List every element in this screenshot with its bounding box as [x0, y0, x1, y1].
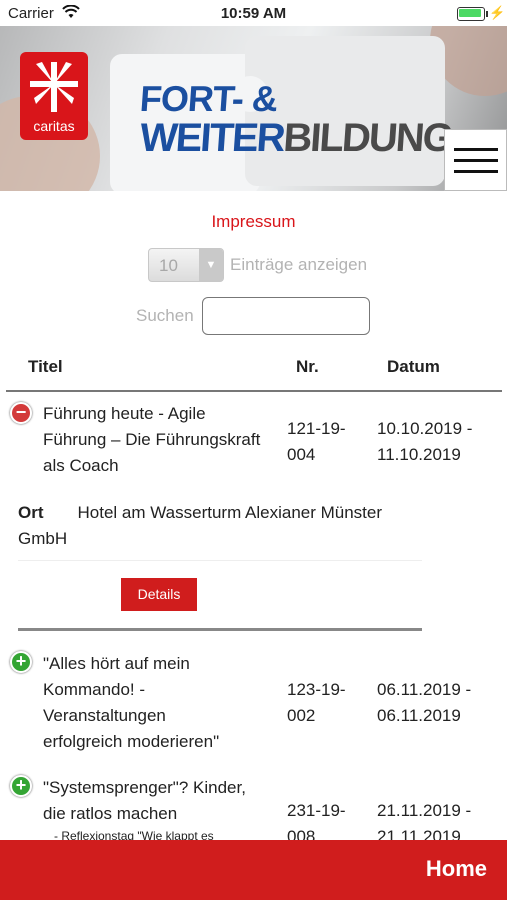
row-date: 06.11.2019 - 06.11.2019 — [377, 680, 472, 725]
row-nr: 121-19-004 — [287, 419, 346, 464]
battery-icon: ⚡ — [457, 5, 505, 21]
entries-per-page-label: Einträge anzeigen — [230, 255, 368, 274]
row-date: 10.10.2019 - 11.10.2019 — [377, 419, 473, 464]
banner-title-bildung: BILDUNG — [282, 116, 454, 160]
entries-length-control: 10 ▼ Einträge anzeigen — [148, 248, 367, 282]
caritas-logo: caritas — [20, 52, 88, 140]
banner-title-weiter: WEITER — [138, 116, 286, 160]
expand-row-icon[interactable]: + — [10, 775, 32, 797]
divider — [18, 628, 422, 631]
row-title: "Alles hört auf mein Kommando! - Veranst… — [43, 654, 220, 751]
hamburger-menu-icon — [454, 159, 498, 162]
header-banner: caritas FORT- & WEITERBILDUNG — [0, 26, 507, 191]
collapse-row-icon[interactable]: − — [10, 402, 32, 424]
hamburger-menu-icon — [454, 148, 498, 151]
ort-label: Ort — [18, 503, 44, 522]
logo-text: caritas — [33, 118, 75, 134]
banner-title-line1: FORT- & — [138, 78, 279, 119]
column-header-date[interactable]: Datum — [387, 357, 440, 377]
search-row: Suchen — [136, 297, 370, 335]
bottom-nav-bar: Home — [0, 840, 507, 900]
entries-per-page-select[interactable]: 10 ▼ — [148, 248, 224, 282]
row-detail-ort: Ort Hotel am Wasserturm Alexianer Münster… — [18, 500, 422, 552]
row-title: "Systemsprenger"? Kinder, die ratlos mac… — [43, 778, 246, 823]
search-input[interactable] — [201, 297, 370, 335]
chevron-down-icon: ▼ — [199, 249, 223, 281]
status-bar: Carrier 10:59 AM ⚡ — [0, 0, 507, 26]
search-label: Suchen — [136, 306, 194, 325]
entries-per-page-value: 10 — [159, 256, 178, 275]
hamburger-menu-button[interactable] — [444, 129, 507, 191]
row-nr: 123-19-002 — [287, 680, 346, 725]
impressum-link[interactable]: Impressum — [0, 212, 507, 232]
details-button[interactable]: Details — [121, 578, 197, 611]
home-button[interactable]: Home — [426, 856, 487, 882]
hamburger-menu-icon — [454, 170, 498, 173]
banner-title-line2: WEITERBILDUNG — [138, 116, 453, 161]
column-header-nr[interactable]: Nr. — [296, 357, 319, 377]
expand-row-icon[interactable]: + — [10, 651, 32, 673]
row-title: Führung heute - Agile Führung – Die Führ… — [43, 404, 261, 475]
column-header-title[interactable]: Titel — [28, 357, 63, 377]
ort-value: Hotel am Wasserturm Alexianer Münster Gm… — [18, 503, 383, 548]
divider — [18, 560, 422, 561]
clock: 10:59 AM — [220, 5, 287, 22]
caritas-cross-icon — [30, 62, 78, 112]
table-header: Titel Nr. Datum — [6, 352, 502, 392]
